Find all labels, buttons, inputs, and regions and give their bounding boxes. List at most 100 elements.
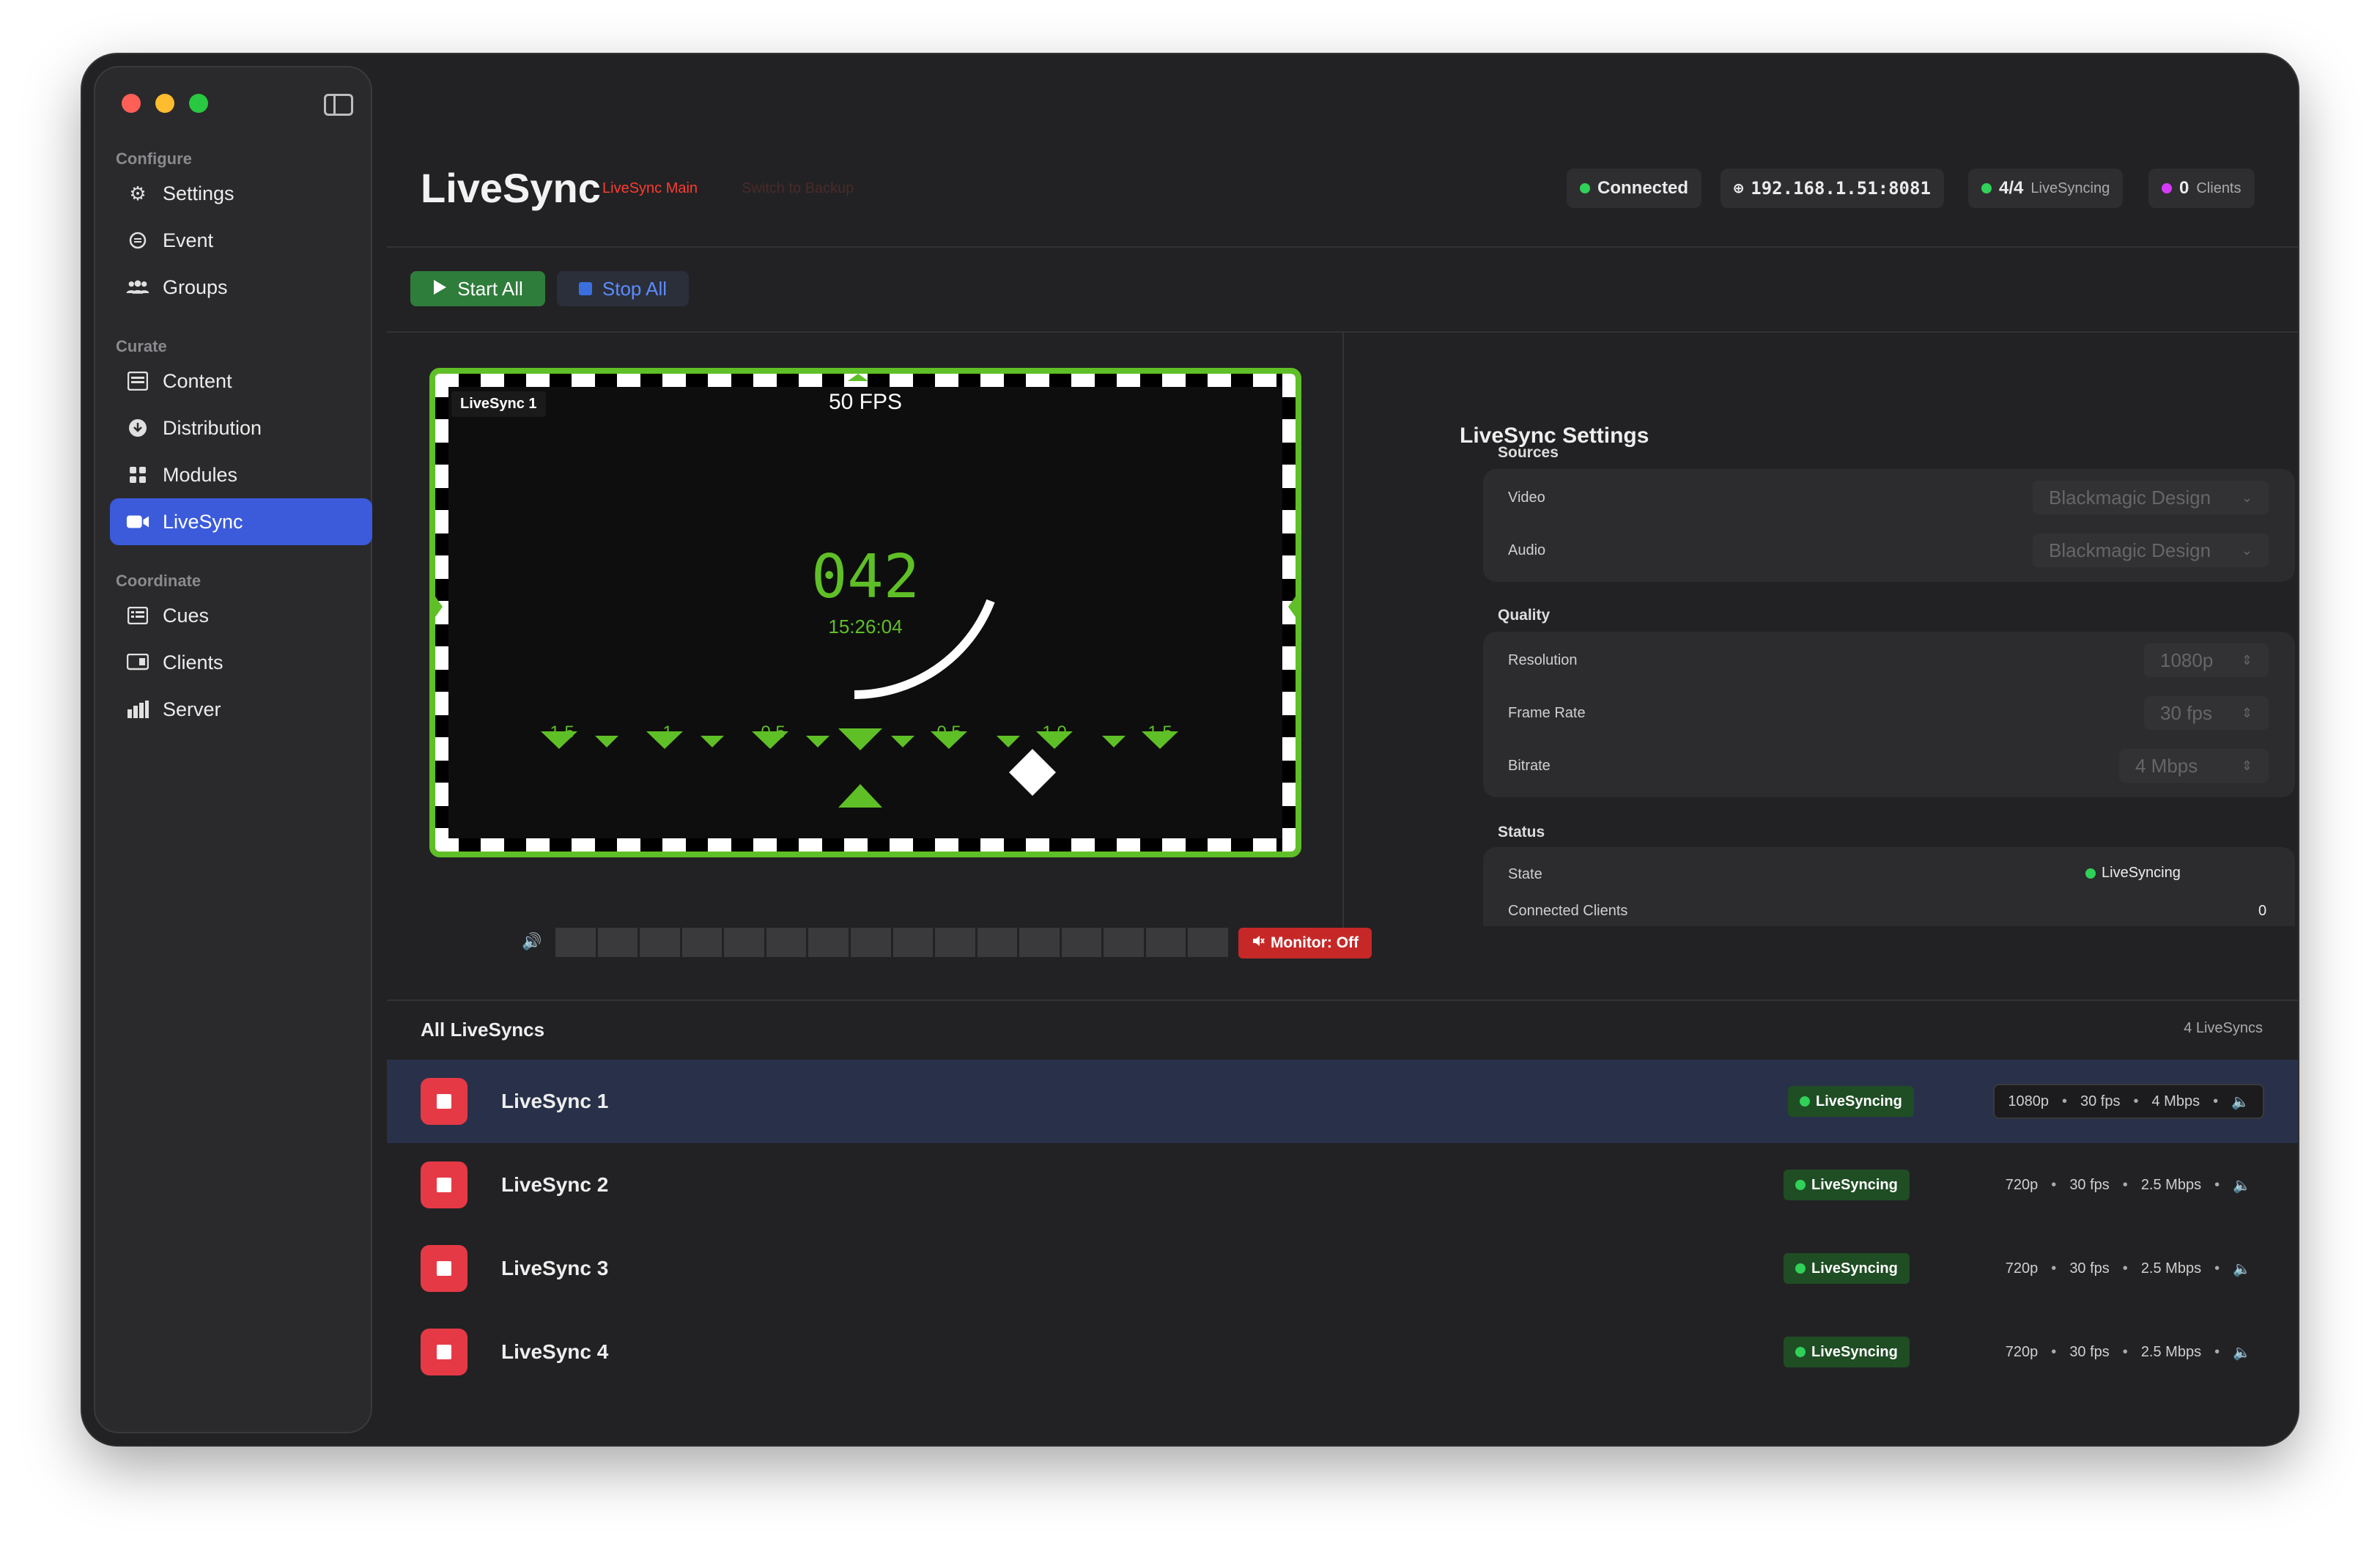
sidebar-item-label: Content: [163, 369, 232, 392]
meter-segment: [681, 928, 722, 957]
sidebar-toggle-icon[interactable]: [324, 94, 353, 116]
sidebar-item-livesync[interactable]: LiveSync: [110, 498, 372, 545]
sidebar-item-event[interactable]: Event: [110, 217, 372, 264]
up-down-chevron-icon: ⇕: [2241, 705, 2252, 720]
chevron-down-icon: ⌄: [2241, 542, 2252, 558]
globe-icon: ⊕: [1734, 179, 1744, 198]
bar-chart-icon: [126, 698, 149, 721]
sidebar-section-coordinate: Coordinate: [116, 572, 202, 590]
sidebar-item-label: Groups: [163, 276, 228, 298]
stop-livesync-button[interactable]: [421, 1245, 468, 1292]
sidebar-item-label: Cues: [163, 604, 210, 627]
resolution-label: Resolution: [1508, 652, 1578, 668]
download-icon: [126, 416, 149, 440]
sidebar-item-content[interactable]: Content: [110, 358, 372, 405]
meter-segment: [640, 928, 680, 957]
audio-label: Audio: [1508, 542, 1546, 558]
start-all-button[interactable]: Start All: [410, 271, 545, 306]
zoom-window-button[interactable]: [189, 94, 208, 113]
gear-icon: ⚙: [129, 182, 147, 204]
sidebar-item-label: Distribution: [163, 416, 262, 439]
speaker-icon[interactable]: 🔊: [522, 932, 542, 951]
monitor-icon: [126, 651, 149, 674]
livesync-name: LiveSync 3: [501, 1257, 609, 1279]
state-value: LiveSyncing: [2085, 865, 2181, 882]
switch-to-backup-link[interactable]: Switch to Backup: [742, 180, 854, 197]
connection-status-badge: Connected: [1567, 169, 1702, 208]
sidebar-item-label: Event: [163, 229, 214, 251]
up-down-chevron-icon: ⇕: [2241, 758, 2252, 773]
list-divider: [387, 1000, 2298, 1001]
sidebar-item-clients[interactable]: Clients: [110, 639, 372, 686]
sidebar-item-label: Server: [163, 698, 221, 720]
stop-all-button[interactable]: Stop All: [557, 271, 689, 306]
sidebar-item-label: Settings: [163, 182, 234, 204]
connected-clients-label: Connected Clients: [1508, 903, 1628, 919]
resolution-stepper[interactable]: 1080p ⇕: [2144, 643, 2269, 677]
sidebar-item-server[interactable]: Server: [110, 686, 372, 733]
chevron-down-icon: ⌄: [2241, 490, 2252, 505]
stream-specs: 1080p • 30 fps • 4 Mbps • 🔈: [1993, 1084, 2264, 1119]
livesync-row[interactable]: LiveSync 3 LiveSyncing 720p • 30 fps • 2.5…: [387, 1227, 2298, 1310]
livesync-name: LiveSync 2: [501, 1173, 609, 1196]
minimize-window-button[interactable]: [155, 94, 174, 113]
sidebar-item-modules[interactable]: Modules: [110, 451, 372, 498]
meter-segment: [597, 928, 638, 957]
stream-specs: 720p • 30 fps • 2.5 Mbps • 🔈: [2005, 1176, 2251, 1194]
meter-segment: [555, 928, 596, 957]
state-label: State: [1508, 866, 1542, 882]
sidebar-item-settings[interactable]: ⚙ Settings: [110, 170, 372, 217]
speaker-icon[interactable]: 🔈: [2231, 1093, 2250, 1111]
livesync-name: LiveSync 4: [501, 1340, 609, 1363]
clients-count-badge: 0 Clients: [2148, 169, 2255, 208]
stop-livesync-button[interactable]: [421, 1161, 468, 1208]
close-window-button[interactable]: [122, 94, 141, 113]
left-marker-icon: [435, 596, 443, 617]
livesync-row[interactable]: LiveSync 2 LiveSyncing 720p • 30 fps • 2.5…: [387, 1143, 2298, 1227]
bitrate-stepper[interactable]: 4 Mbps ⇕: [2119, 749, 2269, 783]
livesync-name: LiveSync 1: [501, 1090, 609, 1112]
status-group-label: Status: [1498, 824, 1545, 841]
livesync-row[interactable]: LiveSync 4 LiveSyncing 720p • 30 fps • 2.5…: [387, 1310, 2298, 1394]
sync-count-badge: 4/4 LiveSyncing: [1968, 169, 2124, 208]
server-address-badge[interactable]: ⊕ 192.168.1.51:8081: [1721, 169, 1944, 208]
livesync-row[interactable]: LiveSync 1 LiveSyncing 1080p • 30 fps • 4 …: [387, 1060, 2298, 1143]
frame-rate-stepper[interactable]: 30 fps ⇕: [2144, 696, 2269, 730]
meter-segment: [766, 928, 807, 957]
speaker-icon[interactable]: 🔈: [2233, 1343, 2251, 1362]
status-dot-icon: [1795, 1263, 1806, 1274]
stop-livesync-button[interactable]: [421, 1329, 468, 1375]
sidebar-item-cues[interactable]: Cues: [110, 592, 372, 639]
speaker-icon[interactable]: 🔈: [2233, 1260, 2251, 1278]
play-icon: [432, 278, 447, 300]
bitrate-label: Bitrate: [1508, 758, 1551, 774]
right-marker-icon: [1288, 596, 1296, 617]
status-dot-icon: [2085, 868, 2096, 879]
tick-label: 1.0: [1042, 723, 1067, 742]
sidebar-item-groups[interactable]: Groups: [110, 264, 372, 311]
sync-diamond: [1009, 749, 1056, 796]
video-preview[interactable]: LiveSync 1 50 FPS 042 15:26:04 -1.5 -1 -…: [429, 368, 1301, 857]
muted-speaker-icon: [1252, 934, 1265, 952]
video-label: Video: [1508, 490, 1545, 506]
stop-livesync-button[interactable]: [421, 1078, 468, 1125]
app-window: Configure ⚙ Settings Event Groups Curate…: [82, 54, 2298, 1445]
stream-specs: 720p • 30 fps • 2.5 Mbps • 🔈: [2005, 1260, 2251, 1278]
meter-segment: [935, 928, 975, 957]
audio-source-select[interactable]: Blackmagic Design ⌄: [2033, 533, 2269, 567]
top-marker-icon: [848, 374, 868, 381]
connected-clients-value: 0: [2258, 903, 2267, 919]
video-source-select[interactable]: Blackmagic Design ⌄: [2033, 481, 2269, 514]
sidebar-item-label: LiveSync: [163, 510, 243, 533]
meter-segment: [724, 928, 764, 957]
frame-rate-label: Frame Rate: [1508, 705, 1586, 721]
main-instance-label: LiveSync Main: [602, 180, 698, 196]
header-divider: [387, 246, 2298, 248]
tick-label: 1.5: [1148, 723, 1172, 742]
sidebar-item-distribution[interactable]: Distribution: [110, 405, 372, 451]
speaker-icon[interactable]: 🔈: [2233, 1176, 2251, 1194]
monitor-toggle-button[interactable]: Monitor: Off: [1238, 928, 1372, 959]
meter-segment: [1145, 928, 1186, 957]
tick-label: -1: [657, 723, 673, 742]
meter-segment: [808, 928, 849, 957]
